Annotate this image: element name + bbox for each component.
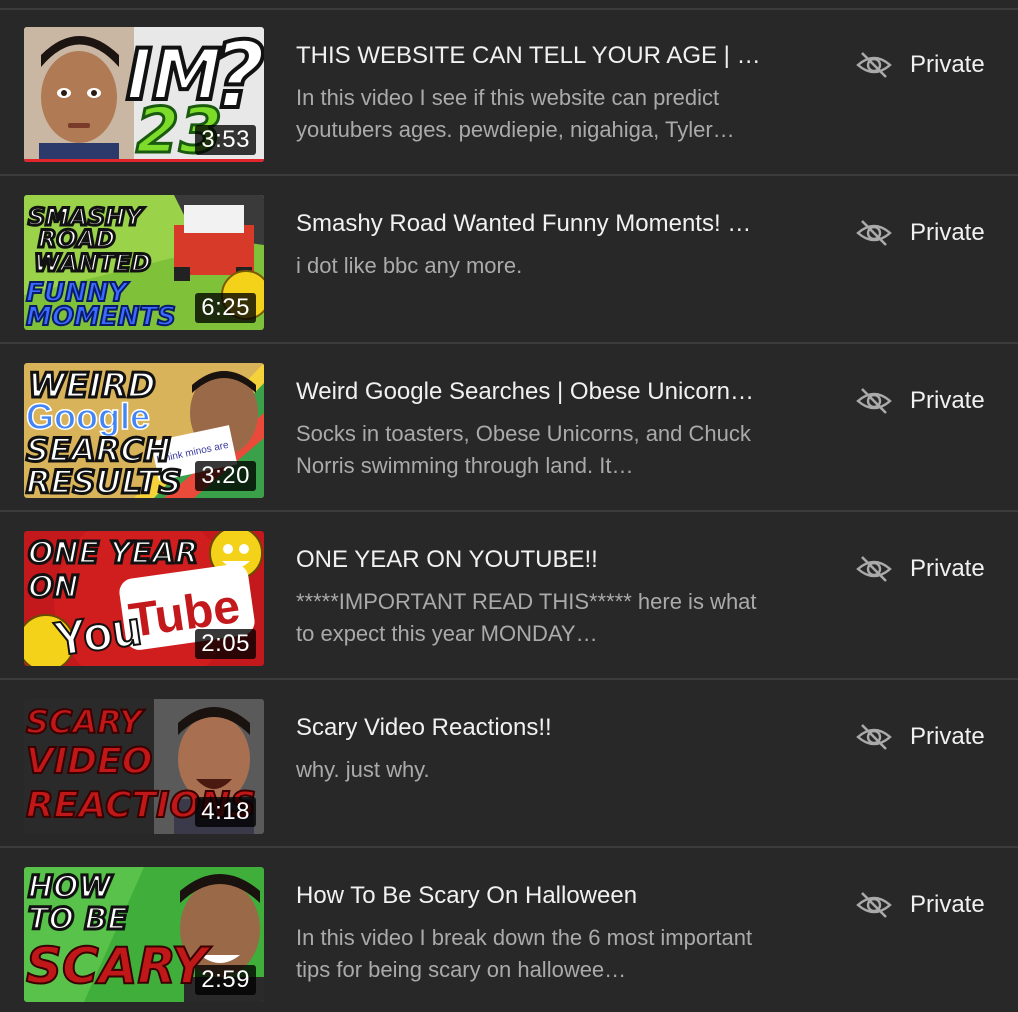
divider [0,846,1018,848]
divider [0,174,1018,176]
thumbnail-text: MOMENTS [26,302,176,330]
video-title[interactable]: ONE YEAR ON YOUTUBE!! [296,544,776,576]
thumbnail-text: SCARY [26,703,145,741]
video-description: i dot like bbc any more. [296,253,523,278]
eye-off-icon [856,892,892,918]
visibility-selector[interactable]: Private [856,888,985,922]
thumbnail-text: VIDEO [26,741,152,782]
visibility-selector[interactable]: Private [856,720,985,754]
video-duration: 3:20 [195,461,256,491]
video-duration: 2:05 [195,629,256,659]
visibility-label: Private [910,219,985,246]
video-list: IM ? 23 3:53 THIS WEBSITE CAN TELL YOUR … [0,0,1018,1012]
visibility-selector[interactable]: Private [856,384,985,418]
eye-off-icon [856,220,892,246]
video-description: *****IMPORTANT READ THIS***** here is wh… [296,589,757,646]
visibility-selector[interactable]: Private [856,48,985,82]
divider [0,510,1018,512]
video-thumbnail[interactable]: IM ? 23 3:53 [24,27,264,162]
eye-off-icon [856,724,892,750]
video-thumbnail[interactable]: I think minos are WEIRD Google SEARCH RE… [24,363,264,498]
video-description: In this video I break down the 6 most im… [296,925,753,982]
eye-off-icon [856,52,892,78]
video-description: In this video I see if this website can … [296,85,735,142]
video-thumbnail[interactable]: HOW TO BE SCARY 2:59 [24,867,264,1002]
thumbnail-text: RESULTS [26,463,182,498]
video-title[interactable]: THIS WEBSITE CAN TELL YOUR AGE | G… [296,40,776,72]
thumbnail-text: SCARY [26,937,212,995]
thumbnail-text: WANTED [34,249,151,277]
video-title[interactable]: Weird Google Searches | Obese Unicorn… [296,376,776,408]
video-description: Socks in toasters, Obese Unicorns, and C… [296,421,751,478]
divider [0,678,1018,680]
video-title[interactable]: How To Be Scary On Halloween [296,880,776,912]
visibility-label: Private [910,387,985,414]
video-row[interactable]: I think minos are WEIRD Google SEARCH RE… [0,346,1018,512]
visibility-label: Private [910,51,985,78]
video-duration: 2:59 [195,965,256,995]
video-row[interactable]: SCARY VIDEO REACTIONS 4:18 Scary Video R… [0,682,1018,848]
video-thumbnail[interactable]: Tube You ONE YEAR ON 2:05 [24,531,264,666]
thumbnail-text: TO BE [28,902,128,937]
video-row[interactable]: Tube You ONE YEAR ON 2:05 ONE YEAR ON YO… [0,514,1018,680]
thumbnail-text: You [51,602,145,666]
visibility-label: Private [910,555,985,582]
video-row[interactable]: HOW TO BE SCARY 2:59 How To Be Scary On … [0,850,1018,1012]
thumbnail-text: ON [28,570,79,605]
video-title[interactable]: Scary Video Reactions!! [296,712,776,744]
video-duration: 3:53 [195,125,256,155]
video-duration: 6:25 [195,293,256,323]
thumbnail-text: ONE YEAR [28,536,198,571]
video-title[interactable]: Smashy Road Wanted Funny Moments! … [296,208,776,240]
video-thumbnail[interactable]: SMASHY ROAD WANTED FUNNY MOMENTS 6:25 [24,195,264,330]
video-row[interactable]: SMASHY ROAD WANTED FUNNY MOMENTS 6:25 Sm… [0,178,1018,344]
video-description: why. just why. [296,757,430,782]
watch-progress [24,159,264,162]
video-row[interactable]: IM ? 23 3:53 THIS WEBSITE CAN TELL YOUR … [0,10,1018,176]
visibility-selector[interactable]: Private [856,552,985,586]
divider [0,342,1018,344]
eye-off-icon [856,556,892,582]
thumbnail-text: HOW [28,870,114,905]
visibility-selector[interactable]: Private [856,216,985,250]
video-duration: 4:18 [195,797,256,827]
eye-off-icon [856,388,892,414]
visibility-label: Private [910,891,985,918]
visibility-label: Private [910,723,985,750]
video-thumbnail[interactable]: SCARY VIDEO REACTIONS 4:18 [24,699,264,834]
